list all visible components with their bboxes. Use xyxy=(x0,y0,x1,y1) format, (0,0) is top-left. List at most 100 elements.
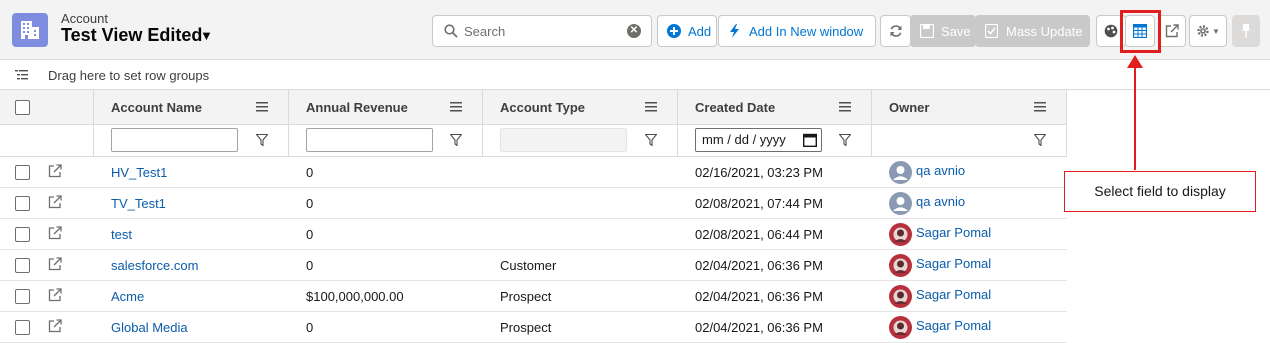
owner-cell: qa avnio xyxy=(872,157,1067,188)
callout-text: Select field to display xyxy=(1064,171,1256,212)
owner-link[interactable]: Sagar Pomal xyxy=(916,318,991,333)
open-record-icon[interactable] xyxy=(48,288,62,302)
owner-link[interactable]: Sagar Pomal xyxy=(916,225,991,240)
lightning-icon xyxy=(730,24,739,38)
filter-icon[interactable] xyxy=(645,134,657,146)
caret-down-icon: ▼ xyxy=(1212,26,1220,36)
column-menu-icon[interactable] xyxy=(1034,102,1046,112)
open-record-icon[interactable] xyxy=(48,164,62,178)
column-menu-icon[interactable] xyxy=(839,102,851,112)
annual-revenue-value: 0 xyxy=(306,196,314,211)
account-name-cell: TV_Test1 xyxy=(94,188,289,219)
owner-link[interactable]: Sagar Pomal xyxy=(916,256,991,271)
account-name-cell: test xyxy=(94,219,289,250)
add-button[interactable]: Add xyxy=(657,15,717,47)
row-checkbox[interactable] xyxy=(15,289,30,304)
row-checkbox[interactable] xyxy=(15,258,30,273)
account-type-filter-input xyxy=(500,128,627,152)
account-name-cell: HV_Test1 xyxy=(94,157,289,188)
callout-line xyxy=(1134,66,1136,170)
select-all-checkbox[interactable] xyxy=(15,100,30,115)
list-view-title[interactable]: Test View Edited xyxy=(61,25,202,46)
filter-cell-account-type xyxy=(483,125,678,157)
table-row: test 0 02/08/2021, 06:44 PM Sagar Pomal xyxy=(0,219,1067,250)
account-name-cell: salesforce.com xyxy=(94,250,289,281)
account-name-cell: Acme xyxy=(94,281,289,312)
calendar-icon[interactable] xyxy=(803,133,817,147)
column-label: Account Name xyxy=(111,100,203,115)
created-date-filter-input[interactable]: mm / dd / yyyy xyxy=(695,128,822,152)
account-name-link[interactable]: HV_Test1 xyxy=(111,165,167,180)
open-record-icon[interactable] xyxy=(48,226,62,240)
pin-button[interactable] xyxy=(1232,15,1260,47)
created-date-cell: 02/04/2021, 06:36 PM xyxy=(678,250,872,281)
account-name-link[interactable]: test xyxy=(111,227,132,242)
add-in-new-window-button[interactable]: Add In New window xyxy=(718,15,876,47)
popout-button[interactable] xyxy=(1158,15,1186,47)
account-name-link[interactable]: Global Media xyxy=(111,320,188,335)
annual-revenue-filter-input[interactable] xyxy=(306,128,433,152)
row-checkbox[interactable] xyxy=(15,196,30,211)
row-checkbox[interactable] xyxy=(15,165,30,180)
account-type-cell: Prospect xyxy=(483,312,678,343)
gear-icon xyxy=(1197,25,1209,37)
account-type-cell xyxy=(483,188,678,219)
open-record-icon[interactable] xyxy=(48,257,62,271)
annual-revenue-value: 0 xyxy=(306,320,314,335)
filter-icon[interactable] xyxy=(839,134,851,146)
caret-down-icon[interactable]: ▼ xyxy=(200,28,213,43)
save-button-label: Save xyxy=(941,23,971,39)
created-date-cell: 02/16/2021, 03:23 PM xyxy=(678,157,872,188)
row-checkbox[interactable] xyxy=(15,227,30,242)
filter-icon[interactable] xyxy=(450,134,462,146)
refresh-button[interactable] xyxy=(880,15,911,47)
created-date-cell: 02/04/2021, 06:36 PM xyxy=(678,312,872,343)
filter-icon[interactable] xyxy=(1034,134,1046,146)
filter-cell-annual-revenue xyxy=(289,125,483,157)
open-record-icon[interactable] xyxy=(48,195,62,209)
save-button[interactable]: Save xyxy=(910,15,976,47)
avatar xyxy=(889,192,912,215)
column-header-annual-revenue[interactable]: Annual Revenue xyxy=(289,90,483,125)
account-type-cell xyxy=(483,157,678,188)
account-name-link[interactable]: salesforce.com xyxy=(111,258,198,273)
annual-revenue-cell: 0 xyxy=(289,188,483,219)
row-checkbox[interactable] xyxy=(15,320,30,335)
account-name-link[interactable]: Acme xyxy=(111,289,144,304)
avatar xyxy=(889,316,912,339)
refresh-icon xyxy=(890,25,901,37)
column-header-account-type[interactable]: Account Type xyxy=(483,90,678,125)
search-input[interactable] xyxy=(464,21,624,41)
callout-arrow-icon xyxy=(1127,55,1143,68)
filter-cell-account-name xyxy=(94,125,289,157)
settings-button[interactable]: ▼ xyxy=(1189,15,1227,47)
mass-update-icon xyxy=(985,24,998,38)
account-type-value: Customer xyxy=(500,258,557,273)
row-group-bar[interactable]: Drag here to set row groups xyxy=(0,61,1270,90)
select-all-cell xyxy=(0,90,94,125)
open-record-icon[interactable] xyxy=(48,319,62,333)
table-row: HV_Test1 0 02/16/2021, 03:23 PM qa avnio xyxy=(0,157,1067,188)
column-header-account-name[interactable]: Account Name xyxy=(94,90,289,125)
clear-search-icon[interactable]: ✕ xyxy=(627,24,641,38)
column-menu-icon[interactable] xyxy=(645,102,657,112)
account-type-value: Prospect xyxy=(500,320,552,335)
filter-icon[interactable] xyxy=(256,134,268,146)
owner-link[interactable]: qa avnio xyxy=(916,163,965,178)
column-menu-icon[interactable] xyxy=(450,102,462,112)
group-list-icon xyxy=(15,70,28,80)
owner-link[interactable]: qa avnio xyxy=(916,194,965,209)
account-name-filter-input[interactable] xyxy=(111,128,238,152)
column-label: Owner xyxy=(889,100,930,115)
mass-update-button[interactable]: Mass Update xyxy=(975,15,1090,47)
column-header-owner[interactable]: Owner xyxy=(872,90,1067,125)
account-name-link[interactable]: TV_Test1 xyxy=(111,196,166,211)
account-type-cell xyxy=(483,219,678,250)
owner-link[interactable]: Sagar Pomal xyxy=(916,287,991,302)
column-menu-icon[interactable] xyxy=(256,102,268,112)
date-placeholder: mm / dd / yyyy xyxy=(702,132,786,147)
avatar xyxy=(889,254,912,277)
column-header-created-date[interactable]: Created Date xyxy=(678,90,872,125)
plus-circle-icon xyxy=(667,24,681,38)
column-label: Account Type xyxy=(500,100,585,115)
